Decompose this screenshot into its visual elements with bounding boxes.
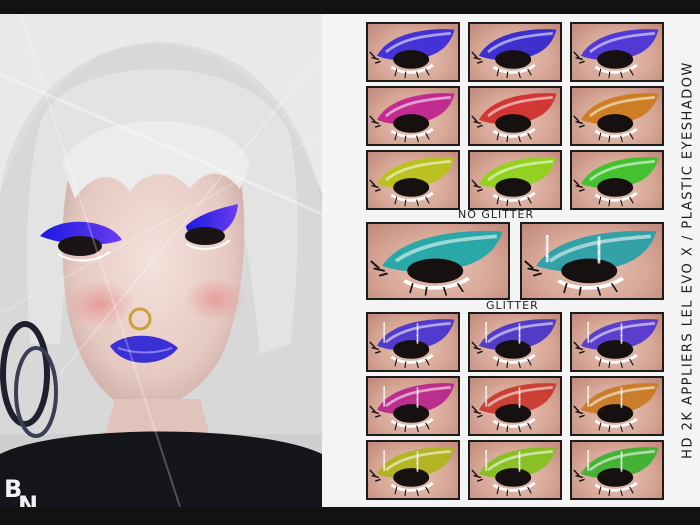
no-glitter-label: NO GLITTER	[458, 208, 535, 221]
logo-letter-n: N	[18, 491, 39, 507]
eyeshadow-swatch-teal	[520, 222, 664, 300]
eye-render	[573, 29, 659, 79]
eyeshadow-swatch-no-glitter	[468, 86, 562, 146]
eye-render	[369, 447, 455, 497]
brand-logo: B N	[4, 477, 48, 507]
eye-render	[369, 93, 455, 143]
eye-render	[471, 29, 557, 79]
eyeshadow-swatch-no-glitter	[570, 86, 664, 146]
eyeshadow-swatch-glitter	[366, 440, 460, 500]
eyeshadow-swatch-glitter	[366, 312, 460, 372]
eye-render	[471, 447, 557, 497]
eyeshadow-swatch-glitter	[468, 312, 562, 372]
eye-render	[573, 383, 659, 433]
eyeshadow-swatch-glitter	[366, 376, 460, 436]
eyeshadow-swatch-glitter	[468, 376, 562, 436]
eyeshadow-swatch-no-glitter	[468, 22, 562, 82]
eye-render	[369, 383, 455, 433]
portrait-illustration	[0, 14, 322, 507]
eyeshadow-swatch-glitter	[570, 376, 664, 436]
eye-render	[369, 319, 455, 369]
eyeshadow-swatch-no-glitter	[570, 22, 664, 82]
swatch-panel	[322, 14, 678, 507]
top-border	[0, 0, 700, 14]
eyeshadow-swatch-no-glitter	[366, 22, 460, 82]
eye-render	[369, 157, 455, 207]
eye-render	[573, 319, 659, 369]
eye-render	[573, 93, 659, 143]
eyeshadow-swatch-no-glitter	[366, 150, 460, 210]
side-title-strip: HD 2K APPLIERS LEL EVO X / PLASTIC EYESH…	[676, 14, 700, 507]
model-portrait: B N	[0, 14, 322, 507]
product-title: HD 2K APPLIERS LEL EVO X / PLASTIC EYESH…	[680, 61, 696, 459]
eye-render	[524, 230, 657, 296]
eye-render	[471, 93, 557, 143]
eyeshadow-swatch-glitter	[570, 440, 664, 500]
bottom-border	[0, 507, 700, 525]
eye-render	[471, 383, 557, 433]
eyeshadow-swatch-glitter	[570, 312, 664, 372]
eyeshadow-swatch-glitter	[468, 440, 562, 500]
eye-render	[471, 157, 557, 207]
eye-render	[573, 447, 659, 497]
eye-render	[370, 230, 503, 296]
eyeshadow-swatch-teal	[366, 222, 510, 300]
eyeshadow-swatch-no-glitter	[570, 150, 664, 210]
eye-render	[369, 29, 455, 79]
promo-image: B N NO GLITTER GLITTER HD 2K APPLIERS LE…	[0, 0, 700, 525]
eyeshadow-swatch-no-glitter	[366, 86, 460, 146]
eye-render	[471, 319, 557, 369]
eye-render	[573, 157, 659, 207]
eyeshadow-swatch-no-glitter	[468, 150, 562, 210]
glitter-label: GLITTER	[486, 299, 539, 312]
